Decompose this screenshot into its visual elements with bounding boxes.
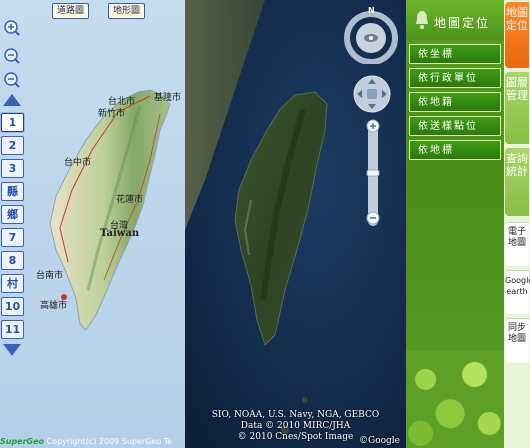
attribution-line-1: SIO, NOAA, U.S. Navy, NGA, GEBCO: [211, 410, 380, 420]
zoom-level-7[interactable]: 7: [1, 228, 24, 247]
zoom-level-township[interactable]: 鄉: [1, 205, 24, 224]
zoom-level-8[interactable]: 8: [1, 251, 24, 270]
map-copyright: SuperGeo Copyright(c) 2009 SuperGeo Te: [0, 436, 172, 448]
zoom-down-arrow-icon[interactable]: [3, 344, 21, 356]
map-locate-panel: 地圖定位 依坐標 依行政單位 依地籍 依送樣點位 依地標: [406, 0, 504, 448]
tab-map-locate[interactable]: 地圖定位: [505, 2, 529, 68]
zoom-in-icon[interactable]: [2, 18, 22, 38]
label-taiwan-en: Taiwan: [100, 228, 140, 239]
label-taichung: 台中市: [64, 158, 92, 168]
locate-by-coordinate-button[interactable]: 依坐標: [409, 44, 501, 64]
locate-by-landmark-button[interactable]: 依地標: [409, 140, 501, 160]
label-hsinchu: 新竹市: [98, 109, 126, 119]
supergeo-logo: SuperGeo: [0, 437, 45, 446]
zoom-level-county[interactable]: 縣: [1, 182, 24, 201]
zoom-up-arrow-icon[interactable]: [3, 94, 21, 106]
zoom-out-small-icon[interactable]: [2, 70, 22, 90]
label-kaohsiung: 高雄市: [40, 301, 68, 311]
label-hualien: 花蓮市: [116, 195, 144, 205]
zoom-level-2[interactable]: 2: [1, 136, 24, 155]
copyright-text: Copyright(c) 2009 SuperGeo Te: [46, 437, 173, 446]
zoom-level-11[interactable]: 11: [1, 320, 24, 339]
zoom-level-village[interactable]: 村: [1, 274, 24, 293]
taiwan-road-map[interactable]: [0, 0, 185, 448]
google-logo: ©Google: [359, 436, 400, 446]
tab-sync-map[interactable]: 同步地圖: [505, 318, 529, 362]
label-tainan: 台南市: [36, 271, 64, 281]
zoom-level-3[interactable]: 3: [1, 159, 24, 178]
google-earth-view[interactable]: N SIO, NOAA, U.S. Navy, NGA, GEBCO Data …: [185, 0, 406, 448]
road-map-tab[interactable]: 道路圖: [52, 3, 90, 19]
side-tab-bar: 地圖定位 圖層管理 查詢統計 電子地圖 Google earth 同步地圖: [504, 0, 530, 448]
zoom-level-10[interactable]: 10: [1, 297, 24, 316]
tab-layer-manage[interactable]: 圖層管理: [505, 72, 529, 144]
zoom-out-icon[interactable]: [2, 46, 22, 66]
compass-north-label: N: [368, 6, 375, 15]
left-map-panel[interactable]: 道路圖 地形圖 1 2 3 縣 鄉 鄉 7 8 村 10 11 基隆市 台北市 …: [0, 0, 185, 448]
label-keelung: 基隆市: [154, 93, 182, 103]
zoom-slider[interactable]: [363, 118, 383, 230]
zoom-level-1[interactable]: 1: [1, 113, 24, 132]
foliage-decoration: [406, 350, 504, 448]
bell-icon: [416, 11, 428, 29]
locate-by-cadastral-button[interactable]: 依地籍: [409, 92, 501, 112]
attribution-line-2: Data © 2010 MIRC/JHA: [240, 421, 351, 431]
tab-e-map[interactable]: 電子地圖: [505, 222, 529, 266]
locate-by-admin-unit-button[interactable]: 依行政單位: [409, 68, 501, 88]
tab-google-earth[interactable]: Google earth: [505, 270, 530, 314]
tab-query-stats[interactable]: 查詢統計: [505, 148, 529, 216]
terrain-map-tab[interactable]: 地形圖: [108, 3, 146, 19]
locate-by-sample-point-button[interactable]: 依送樣點位: [409, 116, 501, 136]
pan-control-icon[interactable]: [352, 74, 392, 114]
panel-title: 地圖定位: [434, 16, 491, 30]
